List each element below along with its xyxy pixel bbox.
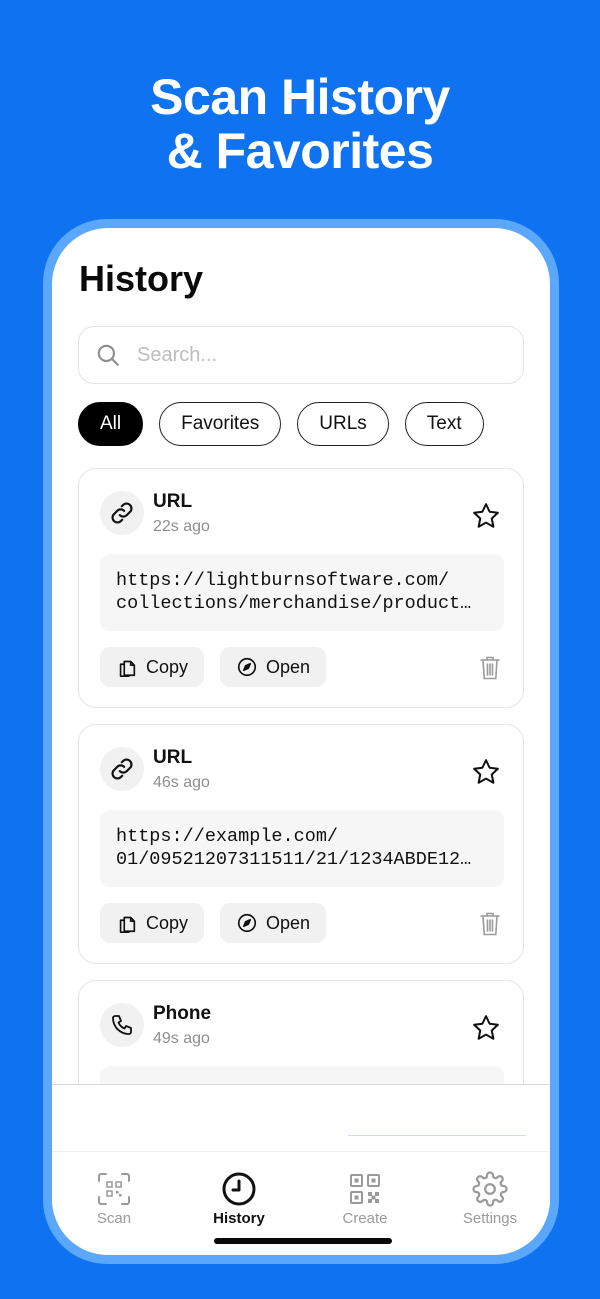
star-icon[interactable] [471,757,501,787]
history-card[interactable]: URL 22s ago https://lightburnsoftware.co… [78,468,524,708]
item-time: 22s ago [153,518,210,535]
copy-label: Copy [146,656,189,677]
content-line: https://example.com/ [116,826,339,847]
copy-icon [119,660,136,677]
copy-label: Copy [146,912,189,933]
copy-button[interactable]: Copy [100,903,205,943]
content-line: collections/merchandise/product… [116,593,472,614]
search-icon [97,344,119,366]
content-line: https://lightburnsoftware.com/ [116,570,450,591]
filter-favorites[interactable]: Favorites [159,402,282,446]
tab-history[interactable]: History [189,1171,289,1227]
star-icon[interactable] [471,1013,501,1043]
phone-icon [100,1003,144,1047]
open-button[interactable]: Open [220,647,327,687]
open-label: Open [266,656,311,677]
item-type: URL [153,491,193,512]
open-button[interactable]: Open [220,903,327,943]
divider [348,1135,526,1136]
search-input[interactable] [135,342,523,368]
headline: Scan History & Favorites [0,70,600,178]
page-title: History [79,258,204,299]
tab-scan[interactable]: Scan [64,1171,164,1227]
app-screen: History All Favorites URLs Text URL 22s … [52,228,550,1255]
open-label: Open [266,912,311,933]
content-line: 01/09521207311511/21/1234ABDE12… [116,849,472,870]
item-actions: Copy Open [100,903,327,943]
gear-icon [472,1171,508,1207]
copy-icon [119,916,136,933]
phone-frame: History All Favorites URLs Text URL 22s … [43,219,559,1264]
item-type: Phone [153,1003,212,1024]
link-icon [100,491,144,535]
item-time: 46s ago [153,774,210,791]
headline-line-1: Scan History [150,69,450,125]
link-icon [100,747,144,791]
trash-icon[interactable] [479,655,501,681]
star-icon[interactable] [471,501,501,531]
item-type: URL [153,747,193,768]
item-time: 49s ago [153,1030,210,1047]
home-indicator [214,1238,392,1244]
filter-text[interactable]: Text [404,402,484,446]
tab-label: Settings [462,1210,518,1227]
compass-icon [237,913,257,933]
tab-label: Create [342,1210,388,1227]
tab-bar [52,1084,550,1255]
item-actions: Copy Open [100,647,327,687]
item-content: https://lightburnsoftware.com/ collectio… [100,554,504,631]
compass-icon [237,657,257,677]
tab-label: Scan [96,1210,132,1227]
headline-line-2: & Favorites [166,123,434,179]
filter-chips: All Favorites URLs Text [78,402,484,446]
search-bar[interactable] [78,326,524,384]
trash-icon[interactable] [479,911,501,937]
divider [52,1151,550,1152]
copy-button[interactable]: Copy [100,647,205,687]
clock-icon [222,1172,256,1206]
filter-all[interactable]: All [78,402,144,446]
qr-code-icon [350,1174,380,1204]
tab-create[interactable]: Create [315,1171,415,1227]
tab-settings[interactable]: Settings [440,1171,540,1227]
item-content: https://example.com/ 01/09521207311511/2… [100,810,504,887]
qr-scan-icon [98,1173,130,1205]
tab-label: History [213,1210,265,1227]
filter-urls[interactable]: URLs [297,402,389,446]
history-card[interactable]: URL 46s ago https://example.com/ 01/0952… [78,724,524,964]
